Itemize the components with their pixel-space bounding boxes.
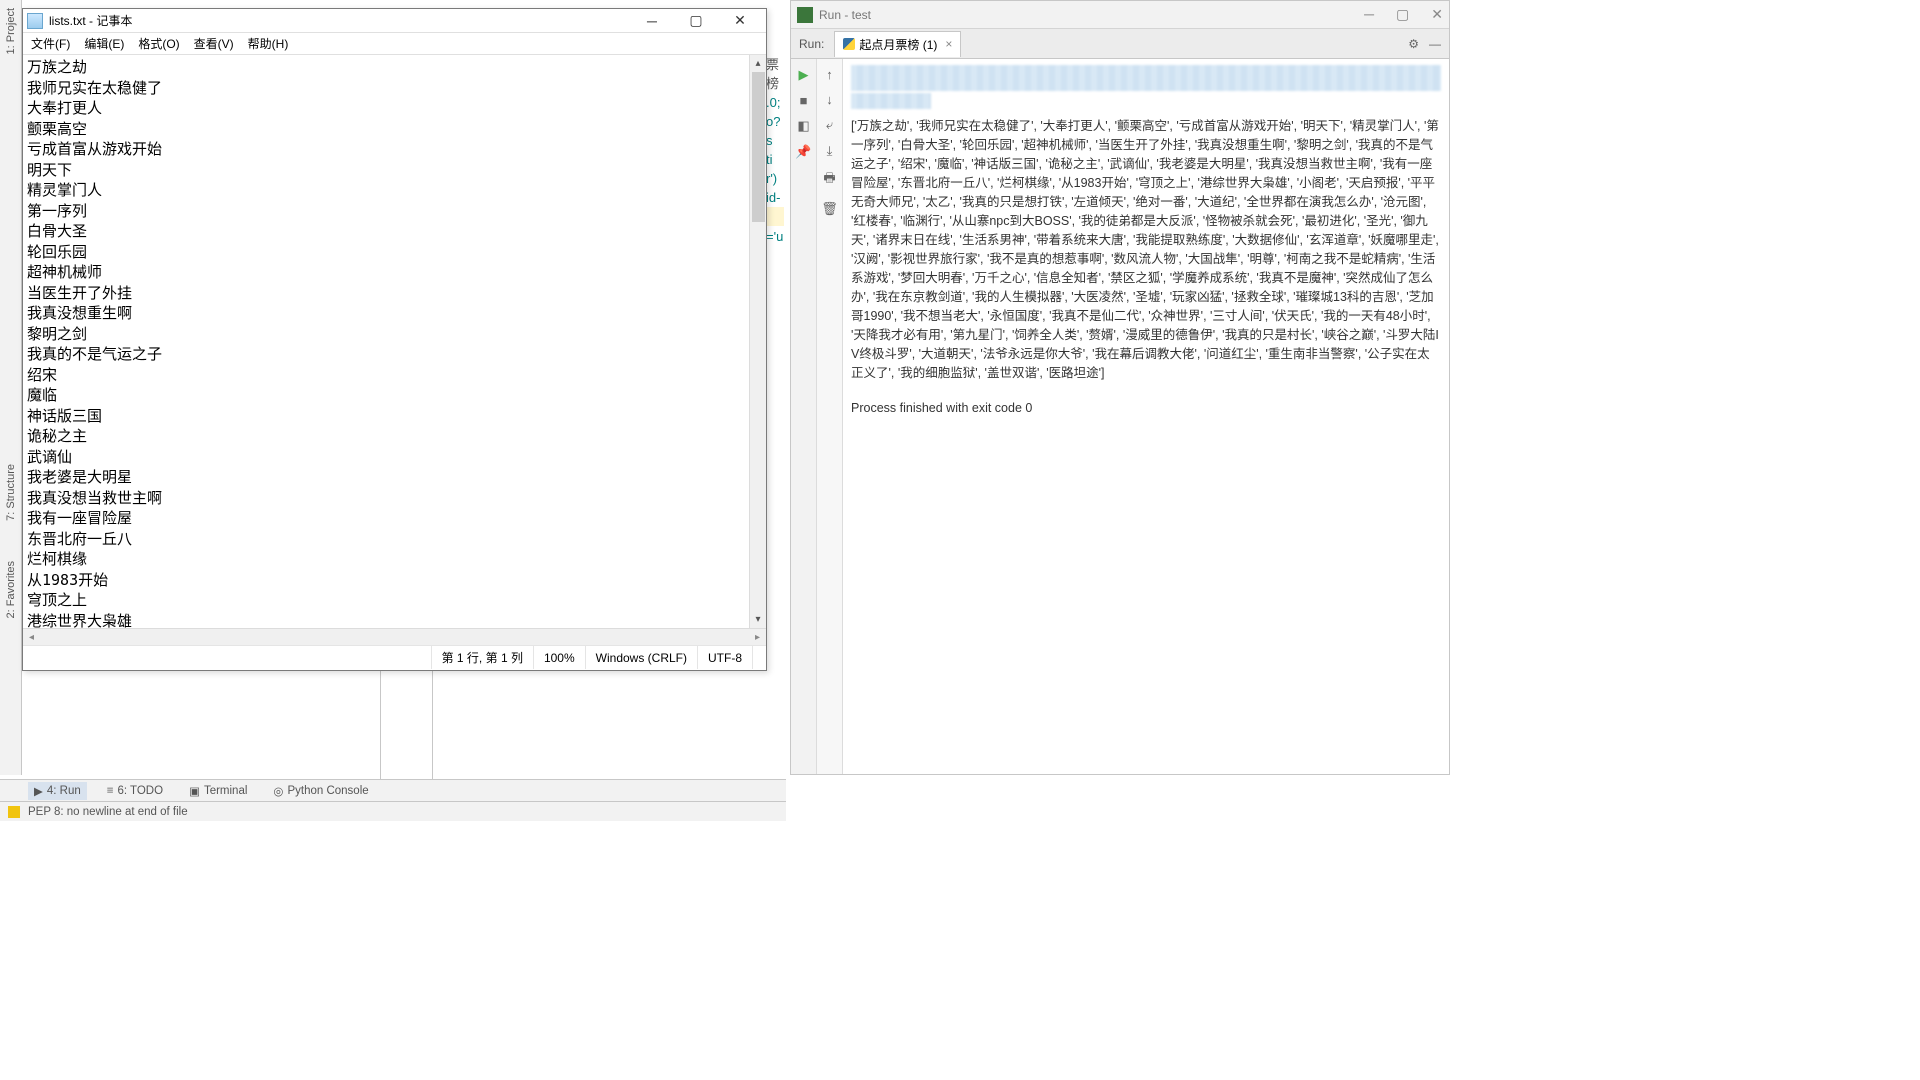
run-config-tab[interactable]: 起点月票榜 (1) × <box>834 31 961 57</box>
notepad-menubar: 文件(F) 编辑(E) 格式(O) 查看(V) 帮助(H) <box>23 33 766 55</box>
stop-icon[interactable]: ■ <box>800 93 808 108</box>
run-label: Run: <box>799 37 824 51</box>
menu-edit[interactable]: 编辑(E) <box>84 35 124 52</box>
notepad-window: lists.txt - 记事本 ─ ▢ ✕ 文件(F) 编辑(E) 格式(O) … <box>22 8 767 671</box>
status-eol: Windows (CRLF) <box>585 646 697 669</box>
console-output: ['万族之劫', '我师兄实在太稳健了', '大奉打更人', '颤栗高空', '… <box>851 117 1441 383</box>
python-icon <box>843 38 855 50</box>
notepad-icon <box>27 13 43 29</box>
pycharm-icon <box>797 7 813 23</box>
ide-left-toolstrip: 1: Project 7: Structure 2: Favorites <box>0 0 22 775</box>
project-tool-tab[interactable]: 1: Project <box>5 8 17 54</box>
run-console[interactable]: ['万族之劫', '我师兄实在太稳健了', '大奉打更人', '颤栗高空', '… <box>843 59 1449 774</box>
status-message: PEP 8: no newline at end of file <box>28 806 188 818</box>
console-command-line-blurred <box>851 93 931 109</box>
close-button[interactable]: ✕ <box>1431 6 1443 23</box>
print-icon[interactable]: 🖶 <box>823 169 835 191</box>
editor-splitter[interactable] <box>380 671 381 779</box>
trash-icon[interactable]: 🗑 <box>821 201 838 217</box>
menu-file[interactable]: 文件(F) <box>31 35 70 52</box>
notepad-statusbar: 第 1 行, 第 1 列 100% Windows (CRLF) UTF-8 <box>23 645 766 669</box>
soft-wrap-icon[interactable]: ⤶ <box>826 117 833 133</box>
minimize-tool-icon[interactable]: — <box>1429 37 1441 51</box>
down-arrow-icon[interactable]: ↓ <box>826 92 833 107</box>
pin-icon[interactable]: 📌 <box>795 144 811 160</box>
status-cursor-pos: 第 1 行, 第 1 列 <box>431 646 533 669</box>
run-tool-window: Run - test ─ ▢ ✕ Run: 起点月票榜 (1) × ⚙ — ▶ … <box>790 0 1450 775</box>
minimize-button[interactable]: ─ <box>630 10 674 32</box>
maximize-button[interactable]: ▢ <box>1396 6 1409 23</box>
ide-bottom-toolbar: ▶ 4: Run ≡ 6: TODO ▣ Terminal ◎ Python C… <box>0 779 786 801</box>
terminal-tool-tab[interactable]: ▣ Terminal <box>183 782 253 800</box>
editor-splitter[interactable] <box>432 671 433 779</box>
favorites-tool-tab[interactable]: 2: Favorites <box>5 561 17 618</box>
warning-icon <box>8 806 20 818</box>
notepad-title-text: lists.txt - 记事本 <box>49 12 132 29</box>
up-arrow-icon[interactable]: ↑ <box>826 67 833 82</box>
scroll-thumb[interactable] <box>752 72 765 222</box>
menu-view[interactable]: 查看(V) <box>194 35 234 52</box>
notepad-vscrollbar[interactable]: ▴ ▾ <box>749 55 766 628</box>
settings-icon[interactable]: ⚙ <box>1408 37 1419 51</box>
run-tab-bar: Run: 起点月票榜 (1) × ⚙ — <box>791 29 1449 59</box>
close-button[interactable]: ✕ <box>718 10 762 32</box>
scroll-right-arrow-icon[interactable]: ▸ <box>749 629 766 645</box>
notepad-textarea[interactable]: 万族之劫 我师兄实在太稳健了 大奉打更人 颤栗高空 亏成首富从游戏开始 明天下 … <box>23 55 766 628</box>
run-config-name: 起点月票榜 (1) <box>859 36 937 53</box>
menu-help[interactable]: 帮助(H) <box>248 35 289 52</box>
ide-statusbar: PEP 8: no newline at end of file <box>0 801 786 821</box>
layout-icon[interactable]: ◧ <box>797 118 809 134</box>
minimize-button[interactable]: ─ <box>1364 6 1374 23</box>
scroll-to-end-icon[interactable]: ⤓ <box>827 143 833 159</box>
structure-tool-tab[interactable]: 7: Structure <box>5 464 17 521</box>
tab-close-icon[interactable]: × <box>945 37 952 51</box>
console-exit-message: Process finished with exit code 0 <box>851 401 1441 415</box>
editor-code-peek: 票榜.0;o?stir')id- ='u <box>766 55 786 246</box>
notepad-titlebar[interactable]: lists.txt - 记事本 ─ ▢ ✕ <box>23 9 766 33</box>
run-gutter-primary: ▶ ■ ◧ 📌 <box>791 59 817 774</box>
run-window-titlebar[interactable]: Run - test ─ ▢ ✕ <box>791 1 1449 29</box>
status-zoom: 100% <box>533 646 585 669</box>
notepad-hscrollbar[interactable]: ◂ ▸ <box>23 628 766 645</box>
run-tool-tab[interactable]: ▶ 4: Run <box>28 782 87 800</box>
menu-format[interactable]: 格式(O) <box>138 35 179 52</box>
scroll-left-arrow-icon[interactable]: ◂ <box>23 629 40 645</box>
todo-tool-tab[interactable]: ≡ 6: TODO <box>101 783 169 799</box>
run-window-title: Run - test <box>819 8 871 22</box>
resize-grip-icon[interactable] <box>752 646 766 669</box>
console-command-line-blurred <box>851 65 1441 91</box>
scroll-down-arrow-icon[interactable]: ▾ <box>750 611 766 628</box>
rerun-icon[interactable]: ▶ <box>799 67 809 83</box>
scroll-up-arrow-icon[interactable]: ▴ <box>750 55 766 72</box>
run-gutter-secondary: ↑ ↓ ⤶ ⤓ 🖶 🗑 <box>817 59 843 774</box>
python-console-tool-tab[interactable]: ◎ Python Console <box>267 782 374 800</box>
status-encoding: UTF-8 <box>697 646 752 669</box>
maximize-button[interactable]: ▢ <box>674 10 718 32</box>
